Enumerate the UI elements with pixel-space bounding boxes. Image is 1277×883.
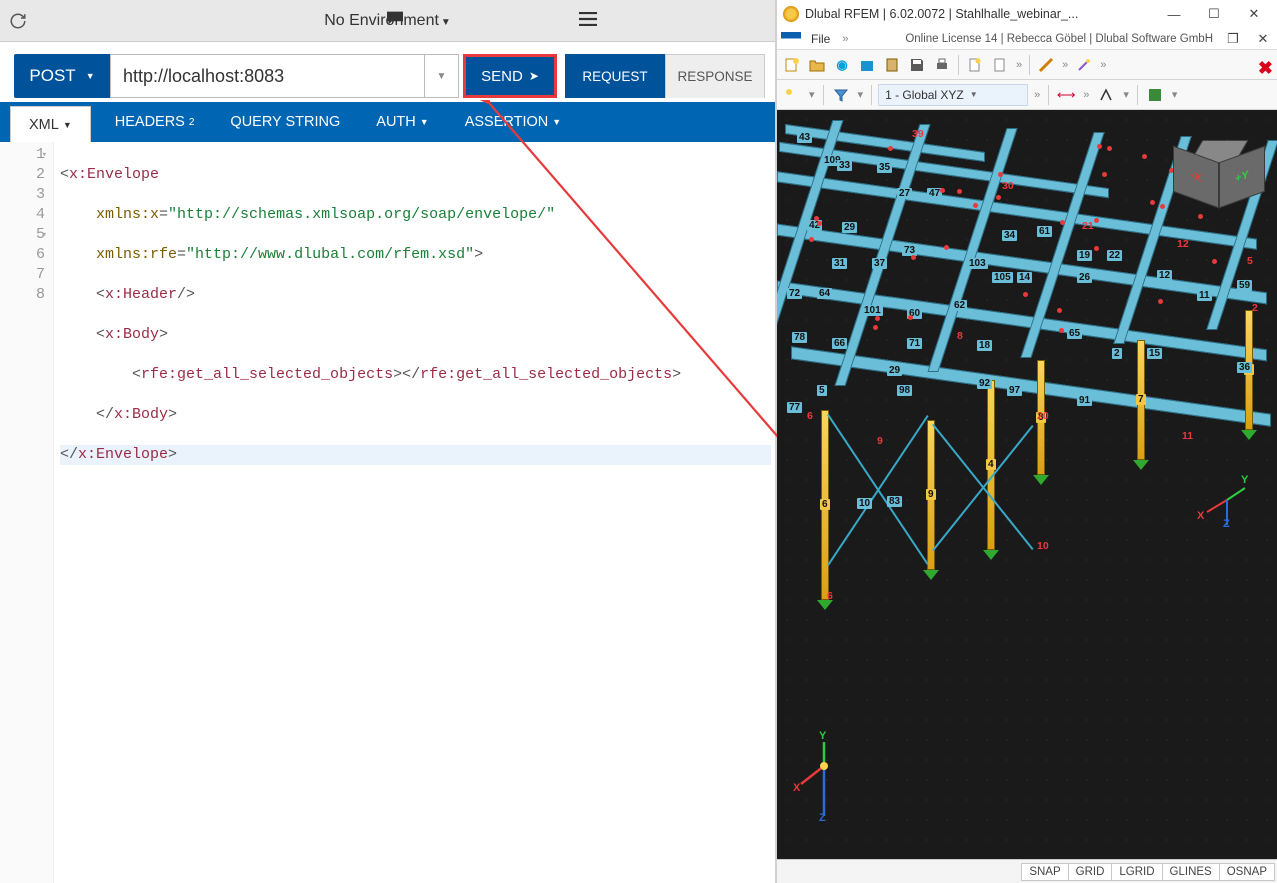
tab-query-string[interactable]: QUERY STRING bbox=[212, 102, 358, 142]
view-cube[interactable]: -X +Y bbox=[1173, 130, 1265, 214]
url-input[interactable]: http://localhost:8083 bbox=[110, 54, 425, 98]
paste-icon[interactable] bbox=[881, 54, 903, 76]
more-icon[interactable]: » bbox=[1060, 59, 1070, 71]
chat-icon[interactable] bbox=[385, 10, 405, 31]
open-icon[interactable] bbox=[806, 54, 828, 76]
coord-system-selector[interactable]: 1 - Global XYZ▼ bbox=[878, 84, 1028, 106]
new-icon[interactable] bbox=[781, 54, 803, 76]
status-grid[interactable]: GRID bbox=[1068, 863, 1113, 881]
tab-body-xml[interactable]: XML ▼ bbox=[10, 106, 91, 142]
menu-bar: File » Online License 14 | Rebecca Göbel… bbox=[777, 28, 1277, 50]
filter-icon[interactable] bbox=[830, 84, 852, 106]
window-titlebar: Dlubal RFEM | 6.02.0072 | Stahlhalle_web… bbox=[777, 0, 1277, 28]
toolbar-main: ◉ » » » ✖ bbox=[777, 50, 1277, 80]
tab-assertion[interactable]: ASSERTION ▼ bbox=[447, 102, 579, 142]
model-viewport[interactable]: 6948714310933354229274731377334103611922… bbox=[777, 110, 1277, 859]
window-title: Dlubal RFEM | 6.02.0072 | Stahlhalle_web… bbox=[805, 7, 1078, 21]
print-icon[interactable] bbox=[931, 54, 953, 76]
cloud-icon[interactable]: ◉ bbox=[831, 54, 853, 76]
license-info: Online License 14 | Rebecca Göbel | Dlub… bbox=[905, 33, 1213, 45]
status-glines[interactable]: GLINES bbox=[1162, 863, 1220, 881]
toolbar-secondary: ▾ ▾ 1 - Global XYZ▼ » ⟷ » ▾ ▾ bbox=[777, 80, 1277, 110]
app-icon bbox=[783, 6, 799, 22]
new-doc-icon[interactable] bbox=[964, 54, 986, 76]
support-icon bbox=[1133, 460, 1149, 470]
status-osnap[interactable]: OSNAP bbox=[1219, 863, 1275, 881]
axis-origin-tripod: X Y Z bbox=[789, 736, 859, 829]
http-method-selector[interactable]: POST▼ bbox=[14, 54, 110, 98]
maximize-button[interactable]: ☐ bbox=[1197, 2, 1231, 26]
send-arrow-icon: ➤ bbox=[529, 69, 539, 83]
star-new-icon[interactable] bbox=[781, 84, 803, 106]
caret-down-icon: ▼ bbox=[441, 17, 451, 28]
doc-icon[interactable] bbox=[989, 54, 1011, 76]
support-icon bbox=[1241, 430, 1257, 440]
language-flag-icon[interactable] bbox=[781, 32, 801, 45]
top-bar: No Environment▼ bbox=[0, 0, 775, 42]
status-lgrid[interactable]: LGRID bbox=[1111, 863, 1162, 881]
support-icon bbox=[983, 550, 999, 560]
hamburger-icon[interactable] bbox=[579, 10, 597, 31]
measure-icon[interactable] bbox=[1035, 54, 1057, 76]
menu-file[interactable]: File bbox=[811, 32, 830, 46]
close-button[interactable]: ✕ bbox=[1237, 2, 1271, 26]
more-icon[interactable]: » bbox=[1014, 59, 1024, 71]
url-history-dropdown[interactable]: ▼ bbox=[425, 54, 459, 98]
request-tab-bar: XML ▼ HEADERS 2 QUERY STRING AUTH ▼ ASSE… bbox=[0, 102, 775, 142]
minimize-button[interactable]: — bbox=[1157, 2, 1191, 26]
status-snap[interactable]: SNAP bbox=[1021, 863, 1068, 881]
line-gutter: 1 2 3 4 5 6 7 8 bbox=[0, 142, 54, 883]
tab-headers[interactable]: HEADERS 2 bbox=[97, 102, 213, 142]
restore-down-icon[interactable]: ❐ bbox=[1223, 27, 1243, 51]
request-row: POST▼ http://localhost:8083 ▼ SEND➤ REQU… bbox=[0, 42, 775, 102]
code-editor[interactable]: 1 2 3 4 5 6 7 8 <x:Envelope xmlns:x="htt… bbox=[0, 142, 775, 883]
cancel-icon[interactable]: ✖ bbox=[1258, 58, 1273, 79]
render-icon[interactable] bbox=[1144, 84, 1166, 106]
menu-more-icon[interactable]: » bbox=[840, 33, 850, 45]
dimension-icon[interactable]: ⟷ bbox=[1055, 84, 1077, 106]
block-icon[interactable] bbox=[856, 54, 878, 76]
axis-tripod: X Y Z bbox=[1197, 470, 1257, 533]
wand-icon[interactable] bbox=[1073, 54, 1095, 76]
code-body[interactable]: <x:Envelope xmlns:x="http://schemas.xmls… bbox=[54, 142, 775, 883]
save-icon[interactable] bbox=[906, 54, 928, 76]
support-icon bbox=[923, 570, 939, 580]
status-bar: SNAP GRID LGRID GLINES OSNAP bbox=[777, 859, 1277, 883]
close-doc-icon[interactable]: ✕ bbox=[1253, 27, 1273, 51]
send-button[interactable]: SEND➤ bbox=[463, 54, 557, 98]
lines-icon[interactable] bbox=[1095, 84, 1117, 106]
support-icon bbox=[1033, 475, 1049, 485]
tab-request[interactable]: REQUEST bbox=[565, 54, 665, 98]
caret-down-icon: ▼ bbox=[86, 71, 95, 81]
tab-response[interactable]: RESPONSE bbox=[665, 54, 765, 98]
tab-auth[interactable]: AUTH ▼ bbox=[358, 102, 446, 142]
